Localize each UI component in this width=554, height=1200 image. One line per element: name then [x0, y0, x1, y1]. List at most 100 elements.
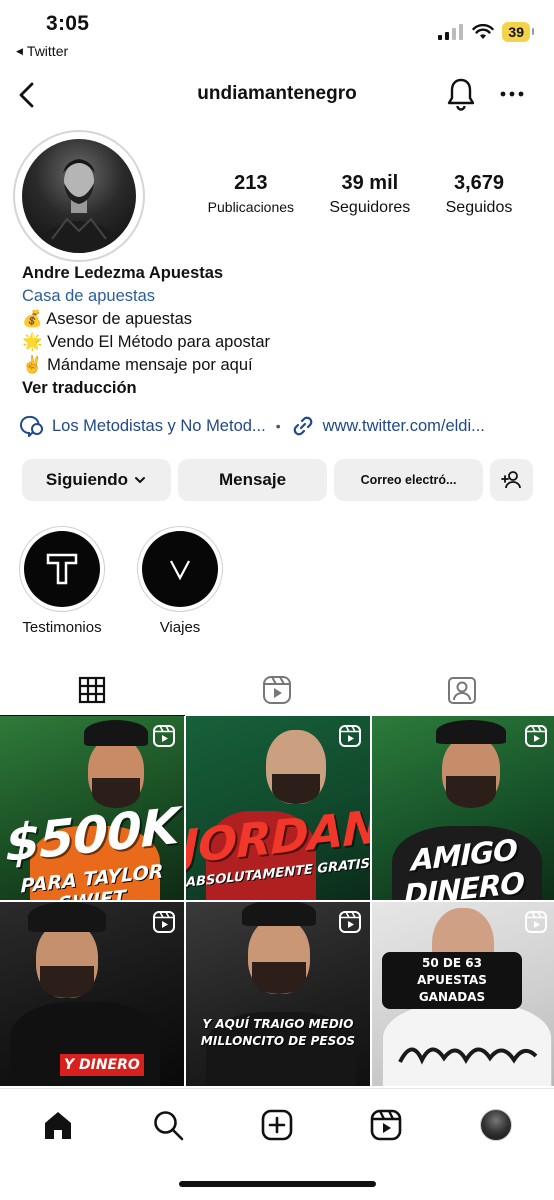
highlight-viajes[interactable]: Viajes: [130, 526, 230, 636]
highlight-cover: [24, 531, 100, 607]
post-thumbnail[interactable]: Y AQUÍ TRAIGO MEDIO MILLONCITO DE PESOS: [186, 902, 370, 1086]
highlight-label: Viajes: [159, 619, 201, 636]
post-caption-block: Y AQUÍ TRAIGO MEDIO MILLONCITO DE PESOS: [186, 1016, 370, 1050]
tagged-person-icon: [447, 676, 476, 704]
post-caption-box: 50 DE 63 APUESTAS GANADAS: [382, 952, 522, 1009]
post-person-beard: [252, 962, 306, 994]
letter-v-icon: [170, 560, 190, 580]
tab-posts-grid[interactable]: [0, 663, 185, 716]
profile-links: Los Metodistas y No Metod... • www.twitt…: [20, 412, 540, 440]
post-thumbnail[interactable]: AMIGO DINERO: [372, 716, 554, 900]
stat-followers[interactable]: 39 mil Seguidores: [329, 172, 410, 217]
profile-tabs: [0, 663, 554, 716]
highlight-label: Testimonios: [22, 619, 102, 636]
post-caption: 50 DE 63 APUESTAS: [417, 956, 487, 987]
search-icon: [154, 1111, 184, 1141]
see-translation-link[interactable]: Ver traducción: [22, 377, 532, 400]
bio-line: 🌟 Vendo El Método para apostar: [22, 333, 271, 351]
channel-link-label: Los Metodistas y No Metod...: [52, 416, 266, 435]
avatar-photo: [22, 139, 136, 253]
plus-square-icon: [261, 1109, 293, 1141]
post-thumbnail[interactable]: JORDAN ABSOLUTAMENTE GRATIS: [186, 716, 370, 900]
reel-indicator-icon: [525, 725, 547, 747]
profile-category[interactable]: Casa de apuestas: [22, 285, 532, 308]
reel-indicator-icon: [339, 725, 361, 747]
post-person-beard: [446, 776, 496, 808]
post-person-beard: [40, 966, 94, 998]
more-options-button[interactable]: [498, 80, 526, 108]
link-icon: [293, 416, 312, 436]
stat-posts[interactable]: 213 Publicaciones: [208, 172, 294, 217]
stat-followers-label: Seguidores: [329, 199, 411, 216]
message-button[interactable]: Mensaje: [178, 459, 327, 501]
following-button-label: Siguiendo: [45, 470, 129, 489]
nav-search[interactable]: [148, 1105, 188, 1145]
wifi-icon: [472, 24, 495, 39]
home-icon: [45, 1112, 71, 1139]
bell-icon: [447, 78, 475, 111]
reel-indicator-icon: [153, 911, 175, 933]
status-bar: 3:05 ◀ Twitter 39: [0, 0, 554, 66]
letter-t-icon: [46, 553, 78, 585]
tab-reels[interactable]: [185, 663, 370, 716]
post-person-beard: [272, 774, 320, 804]
home-indicator[interactable]: [179, 1181, 376, 1187]
bio-line: 💰 Asesor de apuestas: [22, 310, 193, 328]
nav-create[interactable]: [257, 1105, 297, 1145]
email-button[interactable]: Correo electró...: [334, 459, 483, 501]
battery-indicator: 39: [502, 22, 534, 42]
post-caption: AMIGO DINERO: [404, 832, 524, 900]
notifications-button[interactable]: [445, 76, 477, 112]
post-caption-box: Y DINERO: [60, 1054, 144, 1076]
highlight-cover: [142, 531, 218, 607]
add-person-icon: [500, 471, 521, 489]
link-separator: •: [275, 418, 281, 434]
profile-avatar[interactable]: [13, 130, 145, 262]
profile-display-name: Andre Ledezma Apuestas: [22, 264, 224, 282]
post-person-cap: [84, 720, 148, 746]
back-triangle-icon: ◀: [16, 45, 23, 56]
stat-posts-label: Publicaciones: [207, 199, 295, 215]
tab-tagged[interactable]: [369, 663, 554, 716]
nav-home[interactable]: [38, 1105, 78, 1145]
stat-following[interactable]: 3,679 Seguidos: [446, 172, 513, 217]
stat-posts-count: 213: [234, 172, 268, 194]
post-subcaption: MILLONCITO DE PESOS: [200, 1034, 356, 1048]
post-thumbnail[interactable]: $500K PARA TAYLOR SWIFT: [0, 716, 184, 900]
message-button-label: Mensaje: [218, 470, 287, 489]
bio-line: ✌️ Mándame mensaje por aquí: [22, 356, 253, 374]
channel-link[interactable]: Los Metodistas y No Metod...: [20, 415, 266, 437]
profile-stats: 213 Publicaciones 39 mil Seguidores 3,67…: [190, 172, 530, 217]
following-button[interactable]: Siguiendo: [22, 459, 171, 501]
channel-icon: [20, 415, 43, 437]
back-to-app-link[interactable]: ◀ Twitter: [16, 43, 68, 59]
highlight-testimonios[interactable]: Testimonios: [12, 526, 112, 636]
status-indicators: 39: [438, 22, 534, 42]
post-caption: Y AQUÍ TRAIGO MEDIO: [202, 1017, 354, 1031]
website-link[interactable]: www.twitter.com/eldi...: [291, 414, 485, 438]
post-person-cap: [242, 902, 316, 926]
profile-actions: Siguiendo Mensaje Correo electró...: [22, 459, 534, 501]
reels-icon: [370, 1109, 402, 1141]
post-thumbnail[interactable]: 50 DE 63 APUESTAS GANADAS: [372, 902, 554, 1086]
grid-icon: [79, 676, 106, 703]
posts-grid: $500K PARA TAYLOR SWIFT JORDAN ABSOLUTAM…: [0, 716, 554, 1088]
reel-indicator-icon: [339, 911, 361, 933]
stat-following-label: Seguidos: [445, 199, 513, 216]
profile-bio: Andre Ledezma Apuestas Casa de apuestas …: [22, 262, 532, 400]
ellipsis-icon: [500, 91, 524, 97]
post-thumbnail[interactable]: Y DINERO: [0, 902, 184, 1086]
post-caption: Y DINERO: [64, 1057, 140, 1073]
nav-reels[interactable]: [366, 1105, 406, 1145]
stat-followers-count: 39 mil: [341, 172, 399, 194]
highlight-ring: [19, 526, 105, 612]
reels-icon: [263, 675, 291, 704]
profile-header: undiamantenegro: [0, 70, 554, 120]
post-person-cap: [28, 902, 106, 932]
post-subcaption: GANADAS: [418, 990, 486, 1004]
status-time: 3:05: [46, 12, 90, 35]
suggested-users-button[interactable]: [490, 459, 533, 501]
nav-profile-avatar: [480, 1109, 512, 1141]
reel-indicator-icon: [153, 725, 175, 747]
nav-profile[interactable]: [476, 1105, 516, 1145]
